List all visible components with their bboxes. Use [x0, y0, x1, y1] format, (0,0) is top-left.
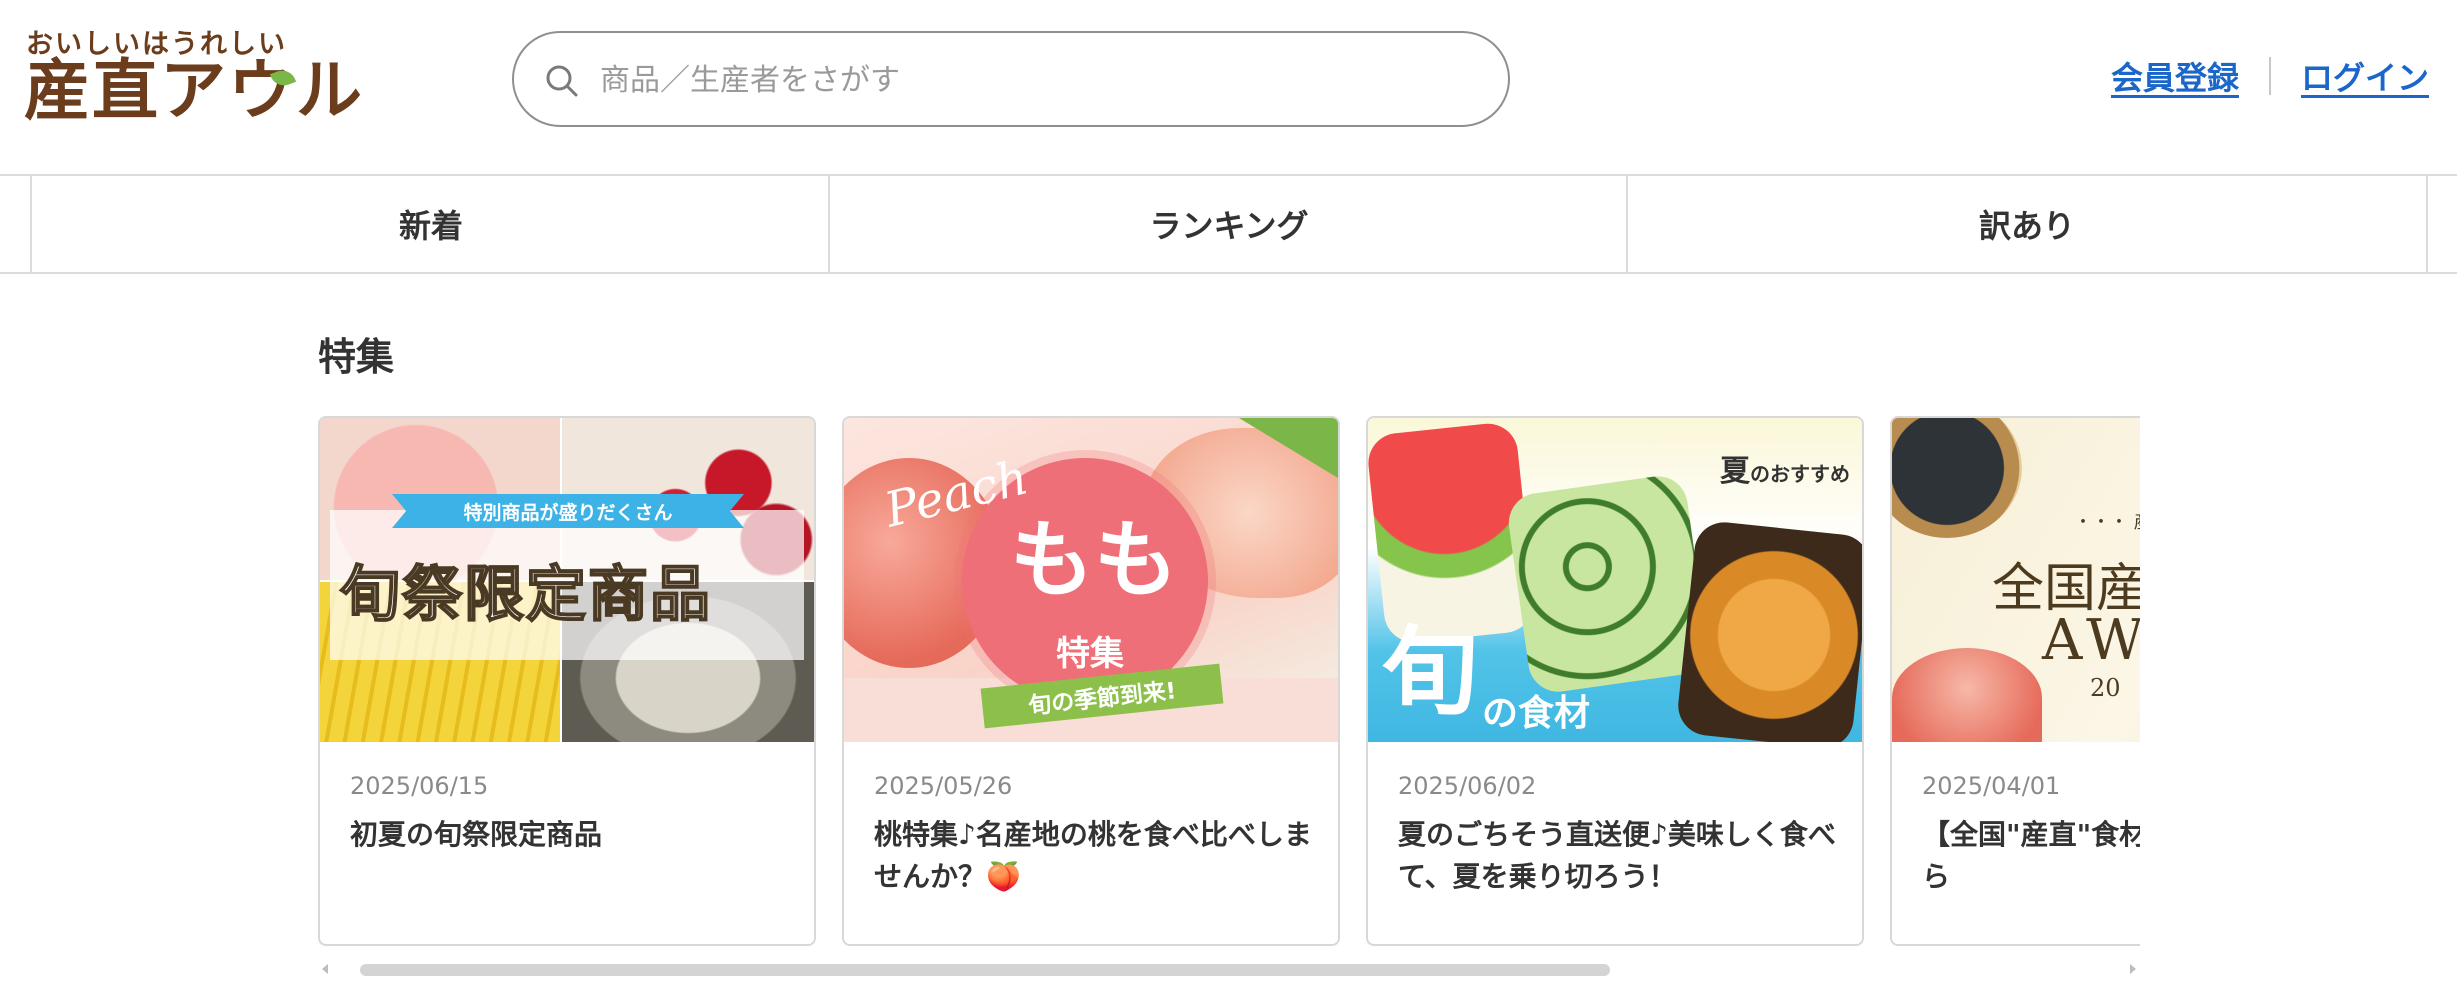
auth-links: 会員登録 ログイン — [2111, 52, 2429, 100]
feature-card[interactable]: 夏のおすすめ 旬 の食材 2025/06/02 夏のごちそう直送便♪美味しく食べ… — [1366, 416, 1864, 946]
section-title: 特集 — [318, 335, 395, 379]
feature-card[interactable]: Peach もも 特集 旬の季節到来! 2025/05/26 桃特集♪名産地の桃… — [842, 416, 1340, 946]
chevron-left-icon[interactable] — [322, 964, 328, 974]
card-date: 2025/06/15 — [350, 772, 489, 800]
carousel-scrollbar[interactable] — [318, 962, 2140, 976]
banner-season: 夏のおすすめ — [1720, 446, 1850, 490]
scrollbar-track[interactable] — [336, 964, 2122, 976]
chevron-right-icon[interactable] — [2130, 964, 2136, 974]
card-title: 【全国"産直"食材多くのお客様から — [1922, 818, 2140, 893]
banner-small-text: ・・・ 産直ア — [2074, 512, 2140, 533]
banner-season-word: 夏 — [1720, 454, 1750, 489]
feature-banner-image: 夏のおすすめ 旬 の食材 — [1368, 418, 1862, 742]
tab-outlet[interactable]: 訳あり — [1626, 176, 2428, 272]
card-title: 桃特集♪名産地の桃を食べ比べしませんか？🍑 — [874, 818, 1312, 893]
search-input[interactable] — [600, 51, 1480, 109]
banner-subtitle: の食材 — [1482, 693, 1591, 734]
register-link[interactable]: 会員登録 — [2111, 53, 2239, 99]
banner-award: AWA — [2042, 608, 2140, 673]
feature-banner-image: Peach もも 特集 旬の季節到来! — [844, 418, 1338, 742]
banner-headline: 旬祭限定商品 — [339, 559, 712, 631]
sea-urchin-photo — [1675, 519, 1862, 742]
banner-headline: もも — [1010, 511, 1179, 609]
scrollbar-thumb[interactable] — [360, 964, 1610, 976]
banner-subtitle: 特集 — [1056, 634, 1124, 674]
banner-ribbon: 特別商品が盛りだくさん — [392, 494, 744, 528]
site-header: おいしいはうれしい 産直アウル 会員登録 ログイン — [0, 0, 2457, 176]
tab-new[interactable]: 新着 — [30, 176, 830, 272]
banner-headline: 旬 — [1382, 616, 1478, 728]
login-link[interactable]: ログイン — [2301, 53, 2429, 99]
logo-name: 産直アウル — [24, 52, 364, 129]
card-title: 初夏の旬祭限定商品 — [350, 818, 603, 851]
banner-season-suffix: のおすすめ — [1750, 462, 1850, 486]
card-date: 2025/05/26 — [874, 772, 1013, 800]
feature-carousel[interactable]: 特別商品が盛りだくさん 旬祭限定商品 2025/06/15 初夏の旬祭限定商品 … — [318, 416, 2140, 976]
feature-banner-image: 特別商品が盛りだくさん 旬祭限定商品 — [320, 418, 814, 742]
auth-divider — [2268, 57, 2271, 95]
peach-photo — [1892, 648, 2042, 742]
banner-year: 20 — [2090, 674, 2121, 702]
cucumber-photo — [1504, 472, 1712, 696]
card-title: 夏のごちそう直送便♪美味しく食べて、夏を乗り切ろう！ — [1398, 818, 1836, 893]
search-icon[interactable] — [542, 61, 582, 101]
feature-banner-image: ・・・ 産直ア 全国産 AWA 20 — [1892, 418, 2140, 742]
category-nav: 新着 ランキング 訳あり — [0, 176, 2457, 274]
tab-ranking[interactable]: ランキング — [828, 176, 1628, 272]
search-bar[interactable] — [512, 31, 1510, 127]
card-date: 2025/04/01 — [1922, 772, 2061, 800]
feature-card[interactable]: ・・・ 産直ア 全国産 AWA 20 2025/04/01 【全国"産直"食材多… — [1890, 416, 2140, 946]
card-date: 2025/06/02 — [1398, 772, 1537, 800]
feature-card[interactable]: 特別商品が盛りだくさん 旬祭限定商品 2025/06/15 初夏の旬祭限定商品 — [318, 416, 816, 946]
site-logo[interactable]: おいしいはうれしい 産直アウル — [24, 22, 362, 140]
